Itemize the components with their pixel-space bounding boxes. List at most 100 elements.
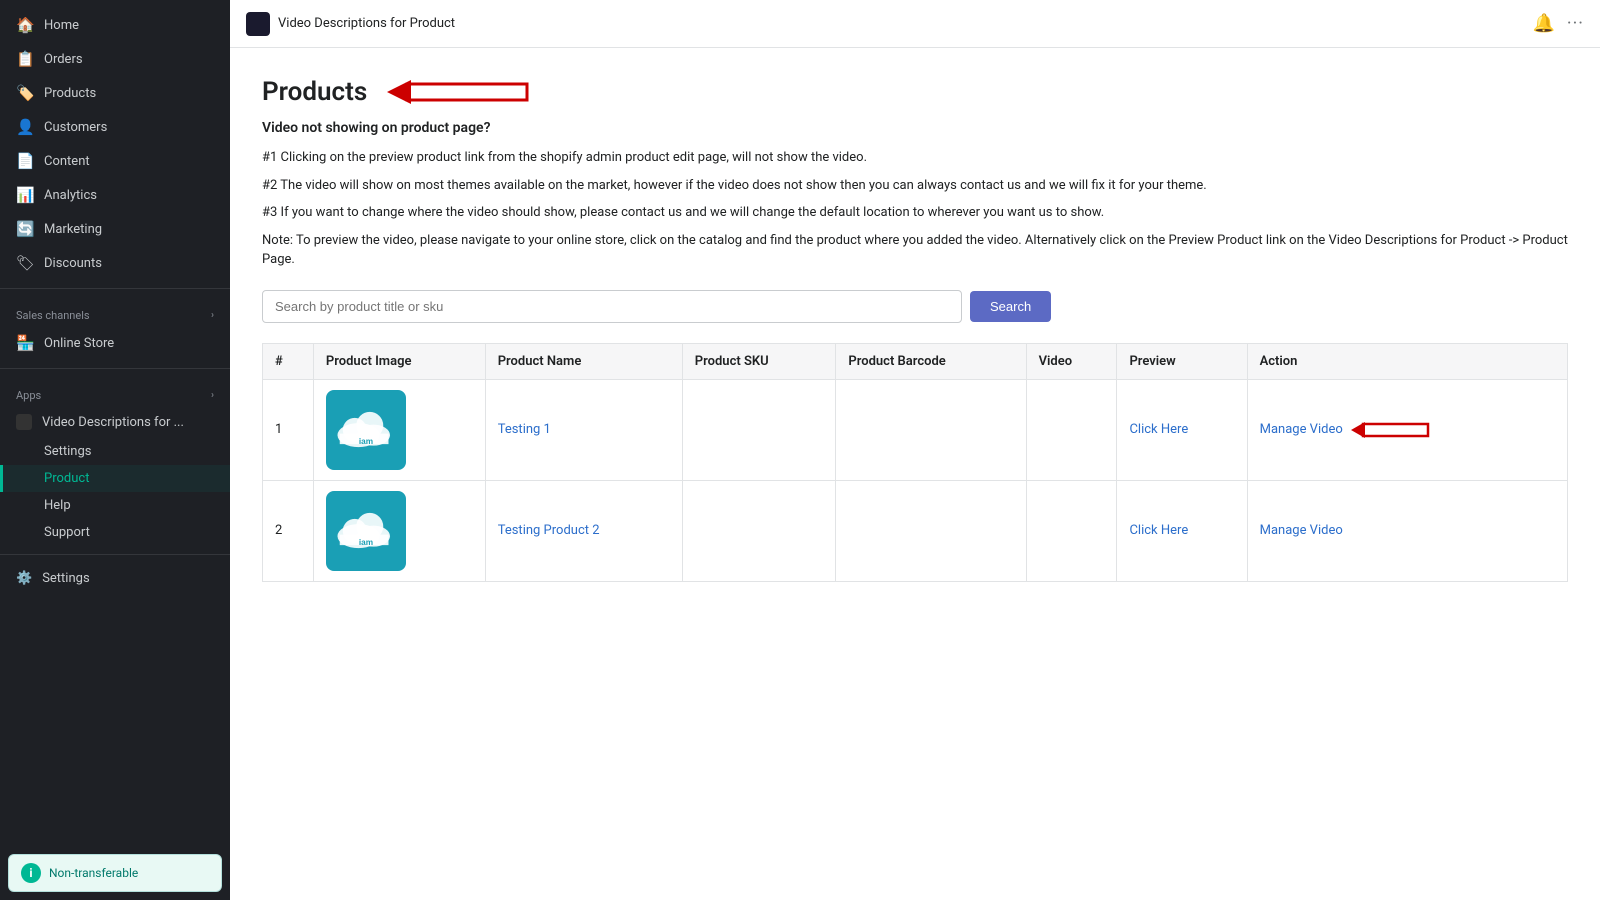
discounts-icon: 🏷 xyxy=(16,254,34,272)
sidebar-item-home-label: Home xyxy=(44,18,79,33)
sidebar-item-online-store[interactable]: 🏪 Online Store xyxy=(0,326,230,360)
sidebar-item-content[interactable]: 📄 Content xyxy=(0,144,230,178)
cell-action-2: Manage Video xyxy=(1247,480,1567,581)
sidebar-sub-help[interactable]: Help xyxy=(0,492,230,519)
sidebar-item-online-store-label: Online Store xyxy=(44,336,114,351)
home-icon: 🏠 xyxy=(16,16,34,34)
sidebar-bottom: i Non-transferable xyxy=(0,846,230,900)
content-icon: 📄 xyxy=(16,152,34,170)
cell-num-1: 1 xyxy=(263,379,314,480)
sidebar-sub-settings[interactable]: Settings xyxy=(0,438,230,465)
manage-video-link-1[interactable]: Manage Video xyxy=(1260,422,1343,437)
cell-barcode-2 xyxy=(836,480,1026,581)
divider-3 xyxy=(0,554,230,555)
apps-section: Apps › xyxy=(0,377,230,406)
cell-video-1 xyxy=(1026,379,1117,480)
products-icon: 🏷️ xyxy=(16,84,34,102)
topbar-app-icon xyxy=(246,12,270,36)
cell-sku-2 xyxy=(682,480,836,581)
search-input[interactable] xyxy=(262,290,962,323)
cell-name-1: Testing 1 xyxy=(485,379,682,480)
non-transferable-label: Non-transferable xyxy=(49,866,138,880)
sidebar-sub-product[interactable]: Product xyxy=(0,465,230,492)
cell-action-1: Manage Video xyxy=(1247,379,1567,480)
info-text-1: #1 Clicking on the preview product link … xyxy=(262,148,1568,168)
cell-image-2: iam xyxy=(313,480,485,581)
sidebar-item-customers-label: Customers xyxy=(44,120,107,135)
sidebar-item-home[interactable]: 🏠 Home xyxy=(0,8,230,42)
cell-preview-2: Click Here xyxy=(1117,480,1247,581)
sidebar-item-video-desc-label: Video Descriptions for ... xyxy=(42,415,184,430)
svg-text:iam: iam xyxy=(359,437,373,446)
app-square-icon xyxy=(16,414,32,430)
bell-icon[interactable]: 🔔 xyxy=(1532,13,1554,34)
col-product-image: Product Image xyxy=(313,343,485,379)
cell-video-2 xyxy=(1026,480,1117,581)
more-options-icon[interactable]: ··· xyxy=(1567,13,1584,34)
table-row: 1 iam xyxy=(263,379,1568,480)
col-preview: Preview xyxy=(1117,343,1247,379)
divider-2 xyxy=(0,368,230,369)
sidebar-item-settings[interactable]: ⚙️ Settings xyxy=(0,563,230,594)
sidebar-item-products-label: Products xyxy=(44,86,96,101)
apps-chevron-icon: › xyxy=(211,390,214,401)
sidebar-item-content-label: Content xyxy=(44,154,90,169)
product-image-2: iam xyxy=(326,491,406,571)
online-store-icon: 🏪 xyxy=(16,334,34,352)
cell-preview-1: Click Here xyxy=(1117,379,1247,480)
topbar-title: Video Descriptions for Product xyxy=(278,16,1524,31)
sidebar-item-orders-label: Orders xyxy=(44,52,83,67)
sidebar-item-discounts-label: Discounts xyxy=(44,256,102,271)
cloud-icon-2: iam xyxy=(336,508,396,553)
cell-image-1: iam xyxy=(313,379,485,480)
search-bar: Search xyxy=(262,290,1568,323)
sidebar-sub-support[interactable]: Support xyxy=(0,519,230,546)
sidebar-item-orders[interactable]: 📋 Orders xyxy=(0,42,230,76)
sidebar-item-discounts[interactable]: 🏷 Discounts xyxy=(0,246,230,280)
divider-1 xyxy=(0,288,230,289)
cell-barcode-1 xyxy=(836,379,1026,480)
page-title-row: Products xyxy=(262,72,1568,112)
svg-text:iam: iam xyxy=(359,538,373,547)
cell-sku-1 xyxy=(682,379,836,480)
table-row: 2 iam xyxy=(263,480,1568,581)
sidebar-item-video-descriptions[interactable]: Video Descriptions for ... xyxy=(0,406,230,438)
cell-name-2: Testing Product 2 xyxy=(485,480,682,581)
note-text: Note: To preview the video, please navig… xyxy=(262,231,1568,270)
col-product-name: Product Name xyxy=(485,343,682,379)
sidebar-item-analytics[interactable]: 📊 Analytics xyxy=(0,178,230,212)
table-header-row: # Product Image Product Name Product SKU… xyxy=(263,343,1568,379)
sales-channels-section: Sales channels › xyxy=(0,297,230,326)
info-icon: i xyxy=(21,863,41,883)
content-area: Products Video not showing on product pa… xyxy=(230,48,1600,900)
sidebar: 🏠 Home 📋 Orders 🏷️ Products 👤 Customers … xyxy=(0,0,230,900)
manage-video-link-2[interactable]: Manage Video xyxy=(1260,523,1343,538)
product-image-1: iam xyxy=(326,390,406,470)
cell-num-2: 2 xyxy=(263,480,314,581)
search-button[interactable]: Search xyxy=(970,291,1051,322)
col-action: Action xyxy=(1247,343,1567,379)
sidebar-item-customers[interactable]: 👤 Customers xyxy=(0,110,230,144)
marketing-icon: 🔄 xyxy=(16,220,34,238)
sidebar-item-settings-label: Settings xyxy=(42,571,89,586)
col-product-sku: Product SKU xyxy=(682,343,836,379)
col-num: # xyxy=(263,343,314,379)
sidebar-item-marketing-label: Marketing xyxy=(44,222,102,237)
product-link-1[interactable]: Testing 1 xyxy=(498,422,551,437)
preview-link-1[interactable]: Click Here xyxy=(1129,422,1188,437)
arrow-annotation-manage-1 xyxy=(1351,416,1441,444)
preview-link-2[interactable]: Click Here xyxy=(1129,523,1188,538)
col-video: Video xyxy=(1026,343,1117,379)
customers-icon: 👤 xyxy=(16,118,34,136)
main-area: Video Descriptions for Product 🔔 ··· Pro… xyxy=(230,0,1600,900)
sidebar-item-products[interactable]: 🏷️ Products xyxy=(0,76,230,110)
gear-icon: ⚙️ xyxy=(16,571,32,586)
sidebar-item-marketing[interactable]: 🔄 Marketing xyxy=(0,212,230,246)
analytics-icon: 📊 xyxy=(16,186,34,204)
page-title: Products xyxy=(262,77,367,107)
chevron-right-icon: › xyxy=(211,310,214,321)
info-text-2: #2 The video will show on most themes av… xyxy=(262,176,1568,196)
topbar-actions: 🔔 ··· xyxy=(1532,13,1584,34)
non-transferable-badge: i Non-transferable xyxy=(8,854,222,892)
product-link-2[interactable]: Testing Product 2 xyxy=(498,523,600,538)
